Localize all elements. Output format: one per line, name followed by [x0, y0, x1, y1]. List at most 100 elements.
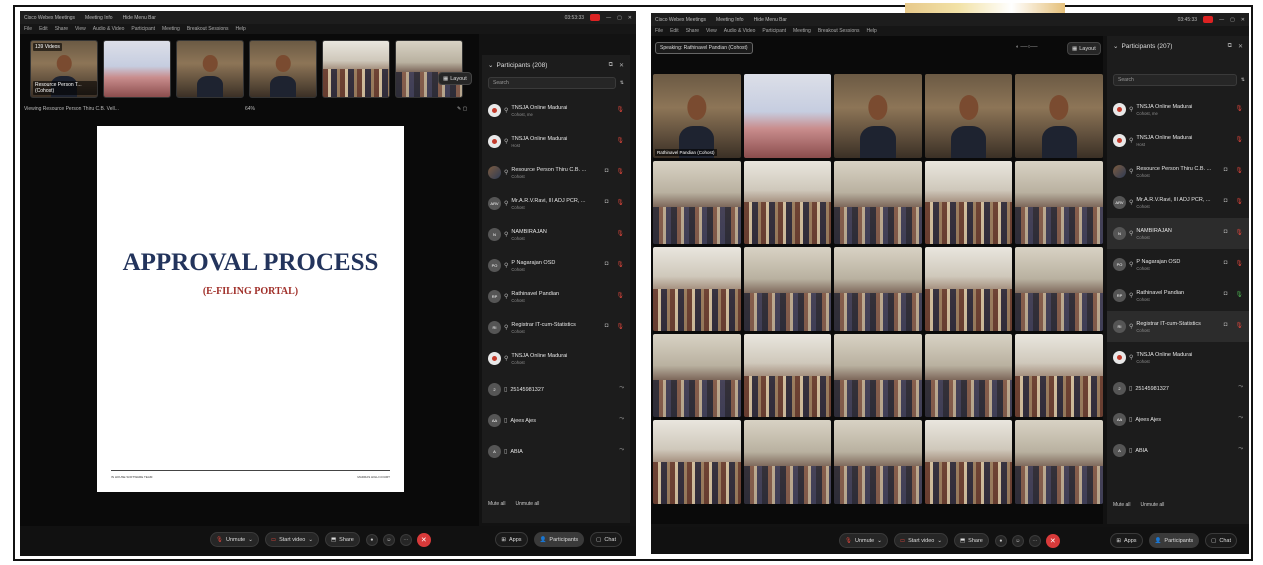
video-tile[interactable] — [834, 160, 922, 245]
menu-item[interactable]: File — [655, 28, 663, 34]
video-thumb[interactable] — [322, 40, 390, 98]
unmute-all-button[interactable]: Unmute all — [1141, 502, 1165, 508]
menu-item[interactable]: Audio & Video — [724, 28, 756, 34]
video-tile[interactable] — [743, 160, 832, 245]
video-tile[interactable] — [834, 74, 922, 158]
participant-row[interactable]: AA ▯ Ajees Ajes ⤳ — [482, 405, 630, 436]
unmute-all-button[interactable]: Unmute all — [516, 501, 540, 507]
mic-icon[interactable]: 🎙 — [616, 292, 624, 299]
menu-item[interactable]: Share — [686, 28, 699, 34]
participant-row[interactable]: ⚲ TNSJA Online Madurai Host 🎙 — [482, 126, 630, 157]
video-tile[interactable] — [1015, 74, 1103, 158]
more-options-icon[interactable]: ⋯ — [1028, 534, 1041, 547]
participant-row[interactable]: 2 ▯ 25145981327 ⤳ — [1107, 373, 1249, 404]
participant-row[interactable]: N ⚲ NAMBIRAJAN Cohost 🎙 — [482, 219, 630, 250]
video-tile[interactable] — [834, 247, 922, 331]
minimize-icon[interactable]: — — [1219, 17, 1224, 23]
menu-item[interactable]: Meeting — [793, 28, 811, 34]
menu-item[interactable]: Edit — [670, 28, 679, 34]
hide-menu-bar-button[interactable]: Hide Menu Bar — [754, 17, 787, 23]
mic-icon[interactable]: 🎙 — [1235, 322, 1243, 329]
mute-all-button[interactable]: Mute all — [488, 501, 506, 507]
maximize-icon[interactable]: ▢ — [617, 15, 622, 21]
minimize-icon[interactable]: — — [606, 15, 611, 21]
sort-icon[interactable]: ⇅ — [1241, 77, 1245, 83]
hide-menu-bar-button[interactable]: Hide Menu Bar — [123, 15, 156, 21]
reactions-icon[interactable]: ☺ — [1011, 534, 1024, 547]
video-thumb[interactable] — [103, 40, 171, 98]
phone-audio-icon[interactable]: ⤳ — [619, 385, 624, 392]
participant-row[interactable]: A ▯ ABIA ⤳ — [1107, 435, 1249, 466]
record-icon[interactable]: ● — [365, 533, 378, 546]
popout-icon[interactable]: ⧉ — [609, 62, 613, 69]
close-icon[interactable]: ✕ — [628, 15, 632, 21]
participant-row[interactable]: AA ▯ Ajees Ajes ⤳ — [1107, 404, 1249, 435]
menu-item[interactable]: Share — [55, 26, 68, 32]
participant-row[interactable]: ⚲ TNSJA Online Madurai Cohost, me 🎙 — [1107, 94, 1249, 125]
menu-item[interactable]: File — [24, 26, 32, 32]
participant-row[interactable]: PO ⚲ P Nagarajan OSD Cohost ◘ 🎙 — [482, 250, 630, 281]
menu-item[interactable]: Breakout Sessions — [187, 26, 229, 32]
video-tile[interactable] — [1015, 420, 1103, 504]
video-tile[interactable] — [1015, 333, 1103, 418]
menu-item[interactable]: Help — [867, 28, 877, 34]
video-tile[interactable] — [653, 333, 741, 418]
end-meeting-button[interactable]: ✕ — [1045, 533, 1060, 548]
video-tile[interactable] — [743, 333, 832, 418]
collapse-chevron-icon[interactable]: ⌄ — [1113, 42, 1118, 50]
video-tile[interactable] — [653, 160, 741, 245]
participant-search-input[interactable]: Search — [488, 77, 616, 89]
sort-icon[interactable]: ⇅ — [620, 80, 624, 86]
participant-row[interactable]: RI ⚲ Registrar IT-cum-Statistics Cohost ◘ 🎙 — [482, 312, 630, 343]
video-tile[interactable] — [924, 74, 1013, 158]
more-options-icon[interactable]: ⋯ — [399, 533, 412, 546]
participant-row[interactable]: N ⚲ NAMBIRAJAN Cohost ◘ 🎙 — [1107, 218, 1249, 249]
mic-icon[interactable]: 🎙 — [616, 261, 624, 268]
video-tile[interactable] — [834, 420, 922, 504]
participant-row[interactable]: A ▯ ABIA ⤳ — [482, 436, 630, 467]
video-tile[interactable] — [653, 420, 741, 504]
phone-audio-icon[interactable]: ⤳ — [1238, 415, 1243, 422]
participant-row[interactable]: ARV ⚲ Mr.A.R.V.Ravi, III ADJ PCR, ... Cohos… — [482, 188, 630, 219]
video-tile[interactable]: Rathinavel Pandian (Cohost) — [653, 74, 741, 158]
mic-icon[interactable]: 🎙 — [616, 168, 624, 175]
layout-button[interactable]: ▦ Layout — [438, 72, 472, 85]
mic-icon[interactable]: 🎙 — [616, 323, 624, 330]
record-icon[interactable]: ● — [994, 534, 1007, 547]
participant-row[interactable]: ARV ⚲ Mr.A.R.V.Ravi, III ADJ PCR, ... Cohos… — [1107, 187, 1249, 218]
participant-row[interactable]: RI ⚲ Registrar IT-cum-Statistics Cohost ◘ 🎙 — [1107, 311, 1249, 342]
video-tile[interactable] — [743, 420, 832, 504]
video-tile[interactable] — [743, 74, 832, 158]
popout-icon[interactable]: ⧉ — [1228, 43, 1232, 50]
annotate-icon[interactable]: ✎ ▢ — [457, 106, 467, 112]
video-thumb-presenter[interactable]: Resource Person T... (Cohost) 139 Videos — [30, 40, 98, 98]
mic-icon[interactable]: 🎙 — [616, 230, 624, 237]
mic-icon[interactable]: 🎙 — [1235, 198, 1243, 205]
layout-button[interactable]: ▦ Layout — [1067, 42, 1101, 55]
reactions-icon[interactable]: ☺ — [382, 533, 395, 546]
close-icon[interactable]: ✕ — [1241, 17, 1245, 23]
video-tile[interactable] — [653, 247, 741, 331]
chat-button[interactable]: ▢ Chat — [1205, 533, 1237, 548]
phone-audio-icon[interactable]: ⤳ — [1238, 446, 1243, 453]
phone-audio-icon[interactable]: ⤳ — [1238, 384, 1243, 391]
mic-icon[interactable]: 🎙 — [1235, 136, 1243, 143]
video-tile[interactable] — [924, 247, 1013, 331]
meeting-info-button[interactable]: Meeting Info — [716, 17, 744, 23]
menu-item[interactable]: View — [75, 26, 86, 32]
video-tile[interactable] — [1015, 160, 1103, 245]
video-thumb[interactable] — [176, 40, 244, 98]
mute-all-button[interactable]: Mute all — [1113, 502, 1131, 508]
video-tile[interactable] — [924, 160, 1013, 245]
participant-row[interactable]: RP ⚲ Rathinavel Pandian Cohost 🎙 — [482, 281, 630, 312]
share-button[interactable]: ⬒ Share — [953, 533, 989, 548]
unmute-button[interactable]: 🎙 Unmute ⌄ — [839, 533, 888, 548]
participant-row[interactable]: ⚲ TNSJA Online Madurai Cohost — [1107, 342, 1249, 373]
mic-icon[interactable]: 🎙 — [616, 199, 624, 206]
participant-row[interactable]: ⚲ TNSJA Online Madurai Cohost, me 🎙 — [482, 95, 630, 126]
participant-row[interactable]: RP ⚲ Rathinavel Pandian Cohost ◘ 🎙 — [1107, 280, 1249, 311]
zoom-slider[interactable]: ◐ ──○── — [1016, 44, 1038, 50]
participant-row[interactable]: 2 ▯ 25145981327 ⤳ — [482, 374, 630, 405]
menu-item[interactable]: Edit — [39, 26, 48, 32]
mic-icon[interactable]: 🎙 — [1235, 291, 1243, 298]
